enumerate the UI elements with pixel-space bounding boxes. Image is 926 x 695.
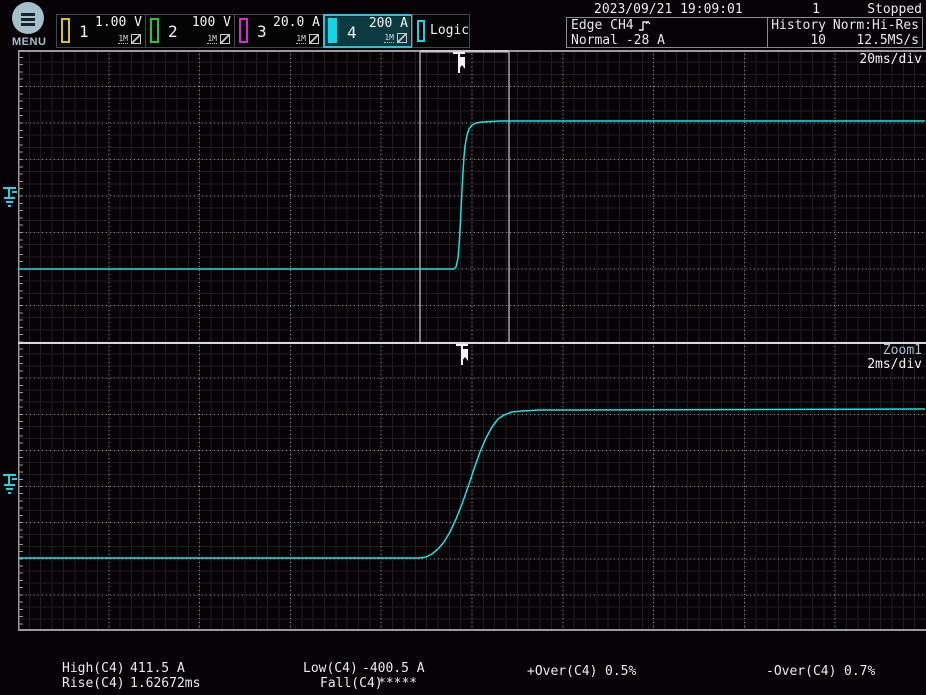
main-timebase-label: 20ms/div [859, 53, 922, 67]
meas-rise-label: Rise(C4) [62, 677, 125, 691]
meas-high-value: 411.5 A [130, 662, 185, 676]
trigger-position-marker-zoom [455, 343, 471, 367]
ch4-ground-level-icon-zoom [1, 470, 19, 498]
ch4-ground-level-icon-main [1, 183, 19, 211]
main-graticule [18, 50, 926, 342]
zoom1-label: Zoom1 [883, 344, 922, 358]
meas-rise-value: 1.62672ms [130, 677, 200, 691]
meas-high-label: High(C4) [62, 662, 125, 676]
meas-pover-label: +Over(C4) [527, 665, 597, 679]
waveform-display-area [0, 0, 926, 695]
oscilloscope-screen: MENU 1 1.00 V 1M 2 100 V 1M 3 20.0 A [0, 0, 926, 695]
meas-low-value: -400.5 A [362, 662, 425, 676]
meas-nover-value: 0.7% [844, 665, 875, 679]
meas-fall-value: ***** [378, 677, 417, 691]
meas-pover-value: 0.5% [605, 665, 636, 679]
meas-nover-label: -Over(C4) [766, 665, 836, 679]
meas-low-label: Low(C4) [303, 662, 358, 676]
meas-fall-label: Fall(C4) [320, 677, 383, 691]
zoom1-graticule [18, 342, 926, 631]
zoom-timebase-label: 2ms/div [867, 358, 922, 372]
trigger-position-marker-main [452, 51, 468, 75]
